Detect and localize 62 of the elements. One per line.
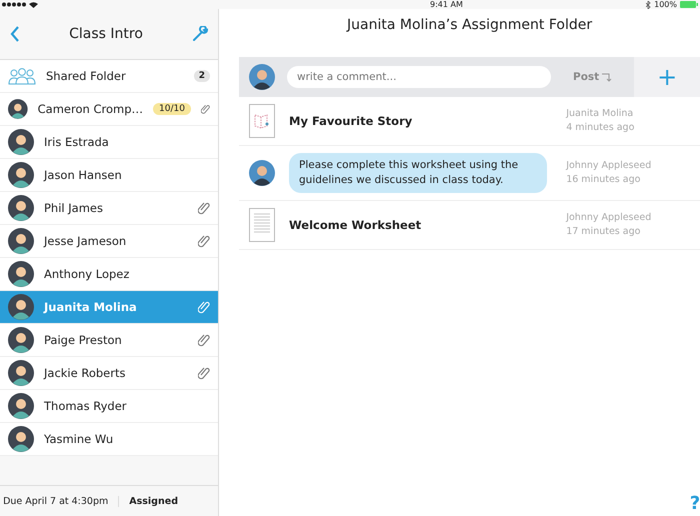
shared-folder-item[interactable]: Shared Folder 2 [0,60,218,93]
battery-percentage: 100% [654,0,677,9]
student-item[interactable]: Phil James [0,192,218,225]
student-item[interactable]: Cameron Cromp… 10/10 [0,93,218,126]
timestamp: 4 minutes ago [566,121,636,135]
folder-title: Juanita Molina’s Assignment Folder [345,17,594,33]
student-name: Paige Preston [44,333,123,347]
student-name: Cameron Cromp… [38,102,143,116]
count-badge: 2 [194,70,210,82]
avatar-icon [8,261,34,287]
avatar-icon [8,426,34,452]
author-name: Juanita Molina [566,107,634,121]
book-thumbnail-icon [249,104,275,138]
author-name: Johnny Appleseed [566,159,652,173]
student-item[interactable]: Jackie Roberts [0,357,218,390]
student-name: Jason Hansen [44,168,123,182]
student-name: Juanita Molina [44,300,138,314]
assignment-status: Assigned [118,496,178,506]
student-item[interactable]: Jesse Jameson [0,225,218,258]
student-item[interactable]: Iris Estrada [0,126,218,159]
signal-icon [2,2,26,7]
avatar-icon [8,96,28,122]
wifi-icon [29,2,38,8]
timestamp: 16 minutes ago [566,173,642,187]
avatar-icon [8,129,34,155]
battery-icon [680,1,698,8]
timestamp: 17 minutes ago [566,225,642,239]
student-item[interactable]: Jason Hansen [0,159,218,192]
class-title: Class Intro [69,26,143,42]
wrench-icon[interactable] [192,26,208,42]
avatar-icon [249,160,275,186]
avatar-icon [8,294,34,320]
student-name: Phil James [44,201,104,215]
due-date: Due April 7 at 4:30pm [3,496,108,506]
student-name: Jackie Roberts [44,366,126,380]
avatar-icon [8,360,34,386]
shared-folder-label: Shared Folder [46,69,127,83]
back-icon[interactable] [10,26,20,42]
avatar-icon [8,228,34,254]
avatar-icon [8,162,34,188]
document-thumbnail-icon [249,208,275,242]
comment-field[interactable]: write a comment... [287,66,551,88]
item-title[interactable]: Welcome Worksheet [289,218,552,232]
student-name: Anthony Lopez [44,267,130,281]
group-icon [8,67,36,85]
author-name: Johnny Appleseed [566,211,652,225]
student-item[interactable]: Paige Preston [0,324,218,357]
return-arrow-icon [602,72,612,82]
comment-bubble: Please complete this worksheet using the guidelines we discussed in class today. [289,153,547,193]
student-name: Iris Estrada [44,135,110,149]
student-item[interactable]: Thomas Ryder [0,390,218,423]
student-name: Yasmine Wu [44,432,114,446]
score-badge: 10/10 [153,103,191,115]
avatar-icon [8,195,34,221]
bluetooth-icon [646,0,652,8]
status-time: 9:41 AM [430,0,463,9]
avatar-icon [8,393,34,419]
student-name: Thomas Ryder [44,399,128,413]
student-name: Jesse Jameson [44,234,128,248]
avatar-icon [249,64,275,90]
avatar-icon [8,327,34,353]
item-title[interactable]: My Favourite Story [289,114,552,128]
